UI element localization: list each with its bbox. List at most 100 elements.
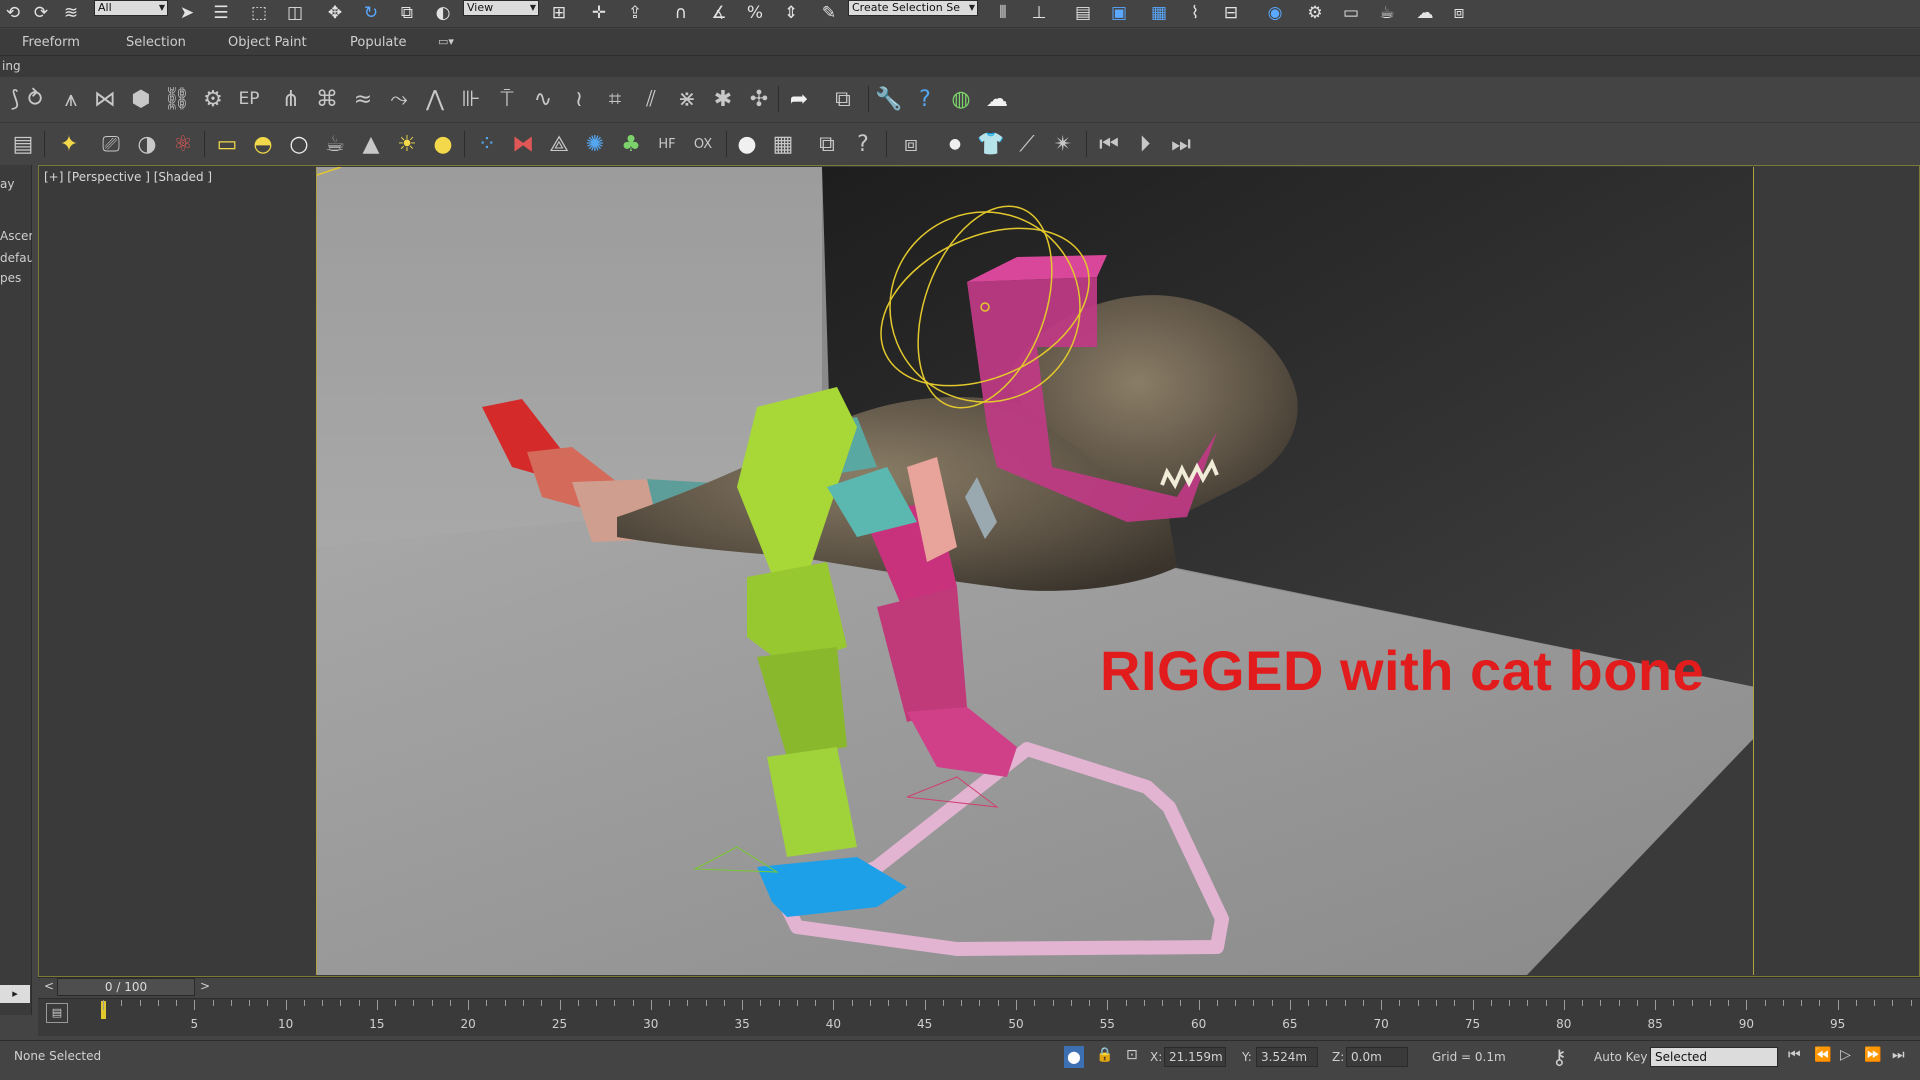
time-slider-track[interactable]: < >	[38, 977, 1920, 997]
teapot-icon[interactable]: ☕	[320, 130, 350, 158]
camera-icon[interactable]: ⎚	[96, 130, 126, 158]
keyboard-shortcut-icon[interactable]: ⇪	[622, 0, 648, 26]
sun-icon[interactable]: ☀	[392, 130, 422, 158]
viewport-config-icon[interactable]: ⧉	[828, 85, 858, 113]
help-icon[interactable]: ?	[910, 85, 940, 113]
rotate-icon[interactable]: ↻	[358, 0, 384, 26]
pivot-center-icon[interactable]: ⊞	[546, 0, 572, 26]
symmetry-icon[interactable]: ⋈	[90, 85, 120, 113]
play-icon[interactable]: ▷	[1840, 1047, 1851, 1063]
set-key-icon[interactable]: ⚷	[1552, 1045, 1567, 1069]
path-deform-icon[interactable]: ⤳	[384, 85, 414, 113]
viewport-scene[interactable]	[316, 167, 1754, 975]
bind-spacewarp-icon[interactable]: ≋	[58, 0, 84, 26]
timeline-toggle-icon[interactable]: ▤	[46, 1003, 68, 1023]
material-sphere-icon[interactable]: ●	[732, 130, 762, 158]
cloth-garment-icon[interactable]: 👕	[976, 130, 1006, 158]
lock-icon[interactable]: 🔒	[1096, 1047, 1113, 1063]
percent-snap-icon[interactable]: %	[742, 0, 768, 26]
schematic-view-icon[interactable]: ⊟	[1218, 0, 1244, 26]
mirror-icon[interactable]: ⫴	[990, 0, 1016, 26]
reference-coordinate-dropdown[interactable]: View	[463, 0, 539, 16]
hair-fur-icon[interactable]: HF	[652, 130, 682, 158]
panel-expand-arrow-icon[interactable]: ▸	[0, 985, 30, 1003]
flex-icon[interactable]: ⫽	[636, 85, 666, 113]
time-slider-thumb[interactable]: 0 / 100	[57, 978, 195, 996]
left-panel-item[interactable]: Ascer	[0, 229, 32, 243]
absolute-transform-icon[interactable]: ⊡	[1126, 1047, 1138, 1063]
box-mod-icon[interactable]: ⬢	[126, 85, 156, 113]
cone-light-icon[interactable]: ▲	[356, 130, 386, 158]
prev-frame-icon[interactable]: ⏪	[1814, 1047, 1831, 1063]
foliage-icon[interactable]: ♣	[616, 130, 646, 158]
align-icon[interactable]: ⊥	[1026, 0, 1052, 26]
render-setup-icon[interactable]: ⚙	[1302, 0, 1328, 26]
selection-filter-dropdown[interactable]: All	[94, 0, 168, 16]
bone-icon[interactable]: ⍑	[492, 85, 522, 113]
noise-icon[interactable]: ≈	[348, 85, 378, 113]
tab-object-paint[interactable]: Object Paint	[228, 35, 307, 50]
render-iterative-icon[interactable]: ☁	[1412, 0, 1438, 26]
select-object-icon[interactable]: ➤	[174, 0, 200, 26]
ripple-icon[interactable]: ≀	[564, 85, 594, 113]
x-coord-field[interactable]: 21.159m	[1164, 1047, 1226, 1067]
globe-icon[interactable]: ◍	[946, 85, 976, 113]
timeline-ruler[interactable]: ▤ 5 10 15 20 25 30 35 40 45 50 55 60 65 70 75 80 85 90 95	[38, 998, 1920, 1036]
move-icon[interactable]: ✥	[322, 0, 348, 26]
anim-layer-play-icon[interactable]: ⏵	[1130, 130, 1160, 158]
material-map-icon[interactable]: ▦	[768, 130, 798, 158]
melt-icon[interactable]: ⋇	[672, 85, 702, 113]
effects-icon[interactable]: ✴	[1048, 130, 1078, 158]
hair-icon[interactable]: ⋔	[276, 85, 306, 113]
edit-named-selection-icon[interactable]: ✎	[816, 0, 842, 26]
light-lister-icon[interactable]: ✦	[54, 130, 84, 158]
dynamics-icon[interactable]: ✺	[580, 130, 610, 158]
select-manipulate-icon[interactable]: ✛	[586, 0, 612, 26]
layer-manager-icon[interactable]: ▤	[1070, 0, 1096, 26]
gear-mod-icon[interactable]: ⚙	[198, 85, 228, 113]
select-modifier-icon[interactable]: ➦	[784, 85, 814, 113]
dome-light-icon[interactable]: ◓	[248, 130, 278, 158]
morph-icon[interactable]: ⊪	[456, 85, 486, 113]
curve-editor-icon[interactable]: ⌇	[1182, 0, 1208, 26]
point-helper-icon[interactable]: ●	[940, 130, 970, 158]
scale-icon[interactable]: ⧉	[394, 0, 420, 26]
rectangle-selection-icon[interactable]: ⬚	[246, 0, 272, 26]
viewport-label[interactable]: [+] [Perspective ] [Shaded ]	[44, 170, 212, 184]
auto-key-button[interactable]: Auto Key	[1594, 1050, 1647, 1064]
skylight-icon[interactable]: ●	[428, 130, 458, 158]
spacewarp-icon[interactable]: ⚛	[168, 130, 198, 158]
isolate-icon[interactable]: ⬤	[1064, 1046, 1084, 1068]
tab-freeform[interactable]: Freeform	[22, 35, 80, 50]
object-xref-icon[interactable]: OX	[688, 130, 718, 158]
tab-populate[interactable]: Populate	[350, 35, 407, 50]
command-panel-icon[interactable]: ▤	[8, 130, 38, 158]
left-panel-item[interactable]: pes	[0, 271, 32, 285]
render-production-icon[interactable]: ☕	[1374, 0, 1400, 26]
tab-selection[interactable]: Selection	[126, 35, 186, 50]
placement-icon[interactable]: ◐	[430, 0, 456, 26]
skin-icon[interactable]: ⋀	[420, 85, 450, 113]
edit-poly-icon[interactable]: EP	[234, 85, 264, 113]
window-crossing-icon[interactable]: ◫	[282, 0, 308, 26]
chain-icon[interactable]: ⛓	[162, 85, 192, 113]
compound-icon[interactable]: ⧓	[508, 130, 538, 158]
ribbon-toggle-icon[interactable]: ▦	[1146, 0, 1172, 26]
unlink-icon[interactable]: ⟳	[28, 0, 54, 26]
community-icon[interactable]: ☁	[982, 85, 1012, 113]
render-cloud-icon[interactable]: ⧈	[1446, 0, 1472, 26]
angle-snap-icon[interactable]: ∡	[706, 0, 732, 26]
material-editor-icon[interactable]: ◉	[1262, 0, 1288, 26]
xform-icon[interactable]: ✣	[744, 85, 774, 113]
wave-icon[interactable]: ∿	[528, 85, 558, 113]
link-icon[interactable]: ⟲	[0, 0, 26, 26]
sphere-light-icon[interactable]: ○	[284, 130, 314, 158]
wrench-icon[interactable]: 🔧	[874, 85, 904, 113]
time-next-button[interactable]: >	[200, 979, 210, 993]
particle-icon[interactable]: ⁘	[472, 130, 502, 158]
select-by-name-icon[interactable]: ☰	[208, 0, 234, 26]
goto-end-icon[interactable]: ⏭	[1892, 1047, 1905, 1063]
z-coord-field[interactable]: 0.0m	[1346, 1047, 1408, 1067]
next-frame-icon[interactable]: ⏩	[1864, 1047, 1881, 1063]
rendered-frame-window-icon[interactable]: ▭	[1338, 0, 1364, 26]
